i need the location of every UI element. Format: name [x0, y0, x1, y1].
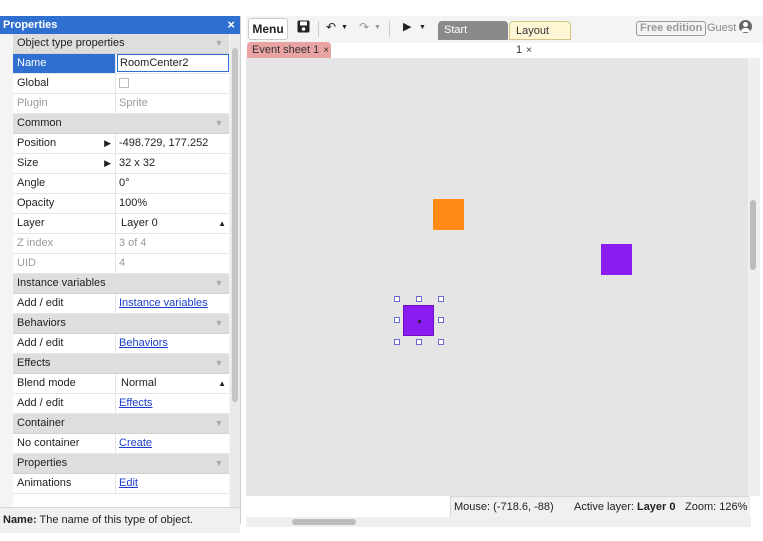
chevron-down-icon[interactable]: ▼ — [209, 34, 229, 53]
properties-panel: Properties × Object type properties ▼ Na… — [0, 16, 241, 533]
play-dropdown-icon[interactable]: ▼ — [419, 24, 426, 31]
prop-row-opacity[interactable]: Opacity 100% — [13, 194, 229, 214]
play-icon[interactable]: ▶ — [403, 20, 411, 33]
select-arrows-icon[interactable]: ▲ — [218, 214, 226, 233]
section-common[interactable]: Common ▼ — [13, 114, 229, 134]
resize-handle[interactable] — [416, 296, 422, 302]
prop-row-global: Global — [13, 74, 229, 94]
resize-handle[interactable] — [394, 296, 400, 302]
chevron-down-icon[interactable]: ▼ — [209, 274, 229, 293]
effects-link[interactable]: Effects — [119, 397, 152, 409]
tab-start-page[interactable]: Start page × — [438, 21, 508, 55]
scrollbar-thumb[interactable] — [750, 200, 756, 270]
select-arrows-icon[interactable]: ▲ — [218, 374, 226, 393]
prop-row-zindex: Z index 3 of 4 — [13, 234, 229, 254]
opacity-value[interactable]: 100% — [115, 194, 229, 213]
chevron-down-icon[interactable]: ▼ — [209, 414, 229, 433]
create-container-link[interactable]: Create — [119, 437, 152, 449]
chevron-down-icon[interactable]: ▼ — [209, 354, 229, 373]
undo-icon[interactable]: ↶ — [326, 20, 336, 34]
sprite-purple-square[interactable] — [601, 244, 632, 275]
close-icon[interactable]: × — [227, 16, 235, 34]
resize-handle[interactable] — [394, 339, 400, 345]
guest-label[interactable]: Guest — [707, 21, 736, 36]
name-input[interactable] — [117, 54, 229, 72]
section-object-type[interactable]: Object type properties ▼ — [13, 34, 229, 54]
section-properties[interactable]: Properties ▼ — [13, 454, 229, 474]
undo-dropdown-icon[interactable]: ▼ — [341, 24, 348, 31]
expand-triangle-icon[interactable]: ▶ — [104, 154, 111, 173]
section-instance-variables[interactable]: Instance variables ▼ — [13, 274, 229, 294]
scrollbar-thumb[interactable] — [232, 48, 238, 402]
chevron-down-icon[interactable]: ▼ — [209, 314, 229, 333]
global-checkbox[interactable] — [119, 78, 129, 88]
chevron-down-icon[interactable]: ▼ — [209, 454, 229, 473]
expand-triangle-icon[interactable]: ▶ — [104, 134, 111, 153]
prop-row-plugin: Plugin Sprite — [13, 94, 229, 114]
free-edition-badge[interactable]: Free edition — [636, 21, 707, 36]
layer-select[interactable]: Layer 0 ▲ — [115, 214, 229, 233]
chevron-down-icon[interactable]: ▼ — [209, 114, 229, 133]
menu-button[interactable]: Menu — [248, 18, 288, 40]
toolbar-separator — [389, 21, 390, 37]
prop-row-instance-vars: Add / edit Instance variables — [13, 294, 229, 314]
instance-variables-link[interactable]: Instance variables — [119, 297, 208, 309]
prop-row-name[interactable]: Name — [13, 54, 229, 74]
status-bar: Mouse: (-718.6, -88) Active layer: Layer… — [450, 496, 750, 517]
blend-mode-select[interactable]: Normal ▲ — [115, 374, 229, 393]
section-effects[interactable]: Effects ▼ — [13, 354, 229, 374]
save-icon[interactable] — [297, 20, 310, 36]
resize-handle[interactable] — [438, 339, 444, 345]
prop-row-uid: UID 4 — [13, 254, 229, 274]
angle-value[interactable]: 0° — [115, 174, 229, 193]
main-toolbar: Menu ↶ ▼ ↷ ▼ ▶ ▼ Start page × Layout 1 × F… — [246, 16, 763, 56]
redo-icon[interactable]: ↷ — [359, 20, 369, 34]
toolbar-separator — [318, 21, 319, 37]
tab-layout-1[interactable]: Layout 1 × — [509, 21, 571, 56]
prop-row-position[interactable]: Position ▶ -498.729, 177.252 — [13, 134, 229, 154]
properties-scrollbar[interactable] — [230, 34, 240, 508]
redo-dropdown-icon[interactable]: ▼ — [374, 24, 381, 31]
section-container[interactable]: Container ▼ — [13, 414, 229, 434]
prop-row-angle[interactable]: Angle 0° — [13, 174, 229, 194]
resize-handle[interactable] — [438, 317, 444, 323]
tab-event-sheet-1[interactable]: Event sheet 1 × — [247, 42, 331, 58]
edit-animations-link[interactable]: Edit — [119, 477, 138, 489]
section-behaviors[interactable]: Behaviors ▼ — [13, 314, 229, 334]
close-icon[interactable]: × — [526, 45, 532, 56]
origin-point — [418, 320, 421, 323]
user-icon[interactable] — [739, 20, 752, 33]
resize-handle[interactable] — [438, 296, 444, 302]
size-value[interactable]: 32 x 32 — [115, 154, 229, 173]
resize-handle[interactable] — [416, 339, 422, 345]
prop-label-name: Name — [13, 54, 115, 73]
mouse-position-readout: Mouse: (-718.6, -88) — [454, 501, 554, 513]
prop-row-blend-mode[interactable]: Blend mode Normal ▲ — [13, 374, 229, 394]
canvas-horizontal-scrollbar[interactable] — [246, 517, 751, 527]
properties-title-bar: Properties × — [0, 16, 240, 34]
property-help-text: Name: The name of this type of object. — [0, 507, 240, 533]
behaviors-link[interactable]: Behaviors — [119, 337, 168, 349]
layout-canvas[interactable] — [246, 58, 748, 496]
scrollbar-thumb[interactable] — [292, 519, 356, 525]
properties-title: Properties — [3, 19, 58, 31]
prop-row-behaviors: Add / edit Behaviors — [13, 334, 229, 354]
position-value[interactable]: -498.729, 177.252 — [115, 134, 229, 153]
canvas-vertical-scrollbar[interactable] — [748, 58, 760, 496]
resize-handle[interactable] — [394, 317, 400, 323]
prop-row-effects: Add / edit Effects — [13, 394, 229, 414]
sprite-orange-square[interactable] — [433, 199, 464, 230]
prop-row-size[interactable]: Size ▶ 32 x 32 — [13, 154, 229, 174]
zoom-readout: Zoom: 126% — [685, 501, 748, 513]
prop-row-layer[interactable]: Layer Layer 0 ▲ — [13, 214, 229, 234]
active-layer-readout: Active layer: Layer 0 — [574, 501, 676, 513]
prop-row-animations: Animations Edit — [13, 474, 229, 494]
prop-row-container: No container Create — [13, 434, 229, 454]
close-icon[interactable]: × — [323, 45, 329, 56]
properties-grid: Object type properties ▼ Name Global Plu… — [13, 34, 229, 508]
close-icon[interactable]: × — [472, 44, 478, 55]
